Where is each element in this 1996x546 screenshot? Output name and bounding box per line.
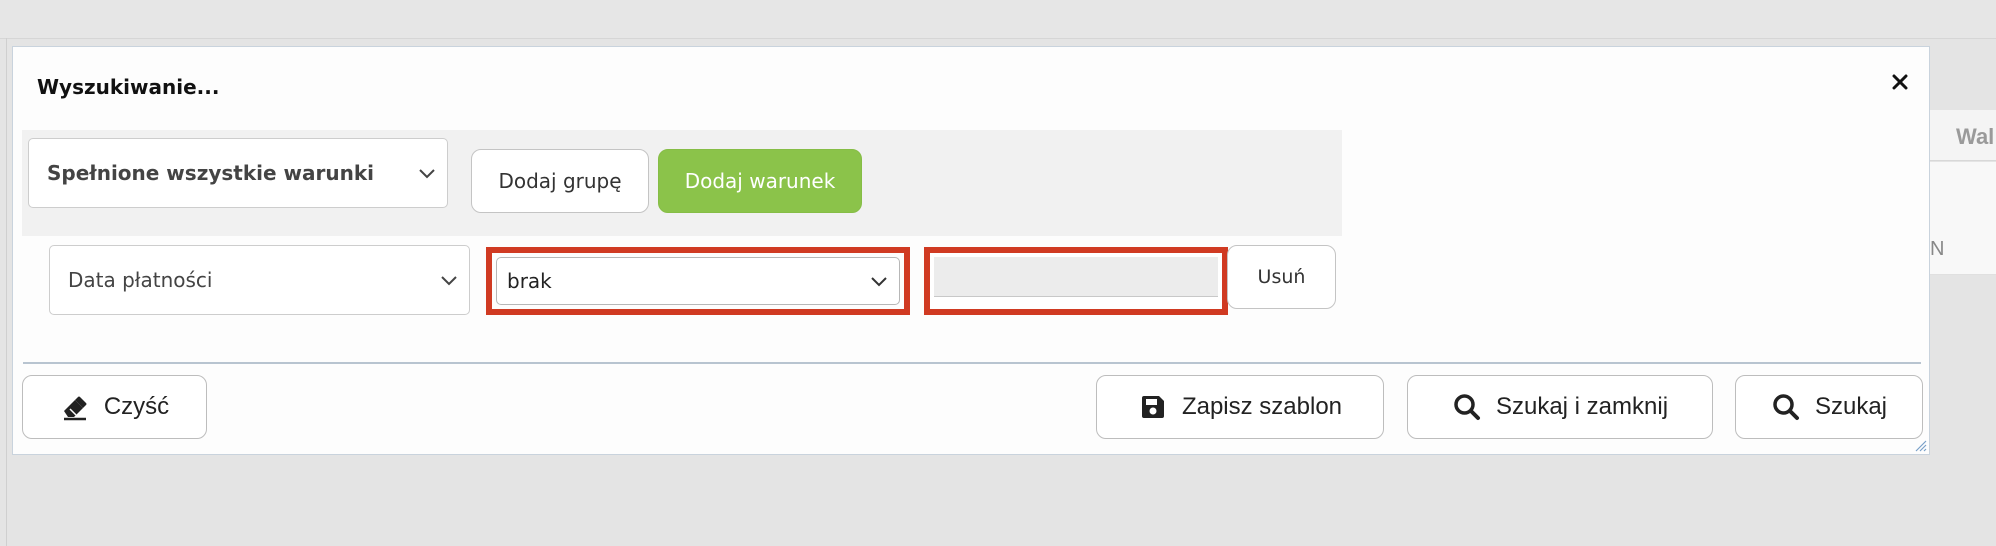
background-table-row: N — [1930, 162, 1996, 275]
background-toolbar — [0, 0, 1996, 39]
background-column-header-label: Wal — [1956, 124, 1995, 149]
background-row-text: N — [1930, 238, 1945, 260]
search-button[interactable]: Szukaj — [1735, 375, 1923, 439]
condition-field-value: Data płatności — [68, 268, 213, 292]
condition-value-input[interactable] — [934, 257, 1218, 297]
save-template-button[interactable]: Zapisz szablon — [1096, 375, 1384, 439]
save-template-label: Zapisz szablon — [1181, 393, 1343, 420]
background-border — [6, 38, 7, 546]
condition-operator-value: brak — [507, 269, 552, 293]
resize-grip-icon[interactable] — [1913, 438, 1927, 452]
condition-field-select[interactable]: Data płatności — [49, 245, 470, 315]
clear-label: Czyść — [103, 393, 170, 420]
footer-divider — [23, 362, 1921, 364]
dialog-title: Wyszukiwanie... — [37, 75, 220, 99]
chevron-down-icon — [419, 169, 435, 179]
search-icon — [1773, 394, 1799, 420]
close-button[interactable] — [1883, 65, 1917, 99]
search-dialog: Wyszukiwanie... Spełnione wszystkie waru… — [12, 46, 1930, 455]
close-icon — [1892, 74, 1908, 90]
search-icon — [1454, 394, 1480, 420]
chevron-down-icon — [441, 276, 457, 286]
condition-group-bar: Spełnione wszystkie warunki Dodaj grupę … — [22, 130, 1342, 236]
search-and-close-label: Szukaj i zamknij — [1495, 393, 1669, 420]
match-mode-select[interactable]: Spełnione wszystkie warunki — [28, 138, 448, 208]
add-condition-button[interactable]: Dodaj warunek — [658, 149, 862, 213]
search-and-close-button[interactable]: Szukaj i zamknij — [1407, 375, 1713, 439]
chevron-down-icon — [871, 277, 887, 287]
search-label: Szukaj — [1814, 393, 1888, 420]
value-highlight — [924, 247, 1228, 315]
floppy-disk-icon — [1141, 396, 1164, 418]
clear-button[interactable]: Czyść — [22, 375, 207, 439]
add-group-button[interactable]: Dodaj grupę — [471, 149, 649, 213]
operator-highlight: brak — [486, 247, 910, 315]
remove-condition-button[interactable]: Usuń — [1227, 245, 1336, 309]
eraser-icon — [63, 396, 87, 421]
condition-operator-select[interactable]: brak — [496, 257, 900, 305]
match-mode-value: Spełnione wszystkie warunki — [47, 161, 374, 185]
